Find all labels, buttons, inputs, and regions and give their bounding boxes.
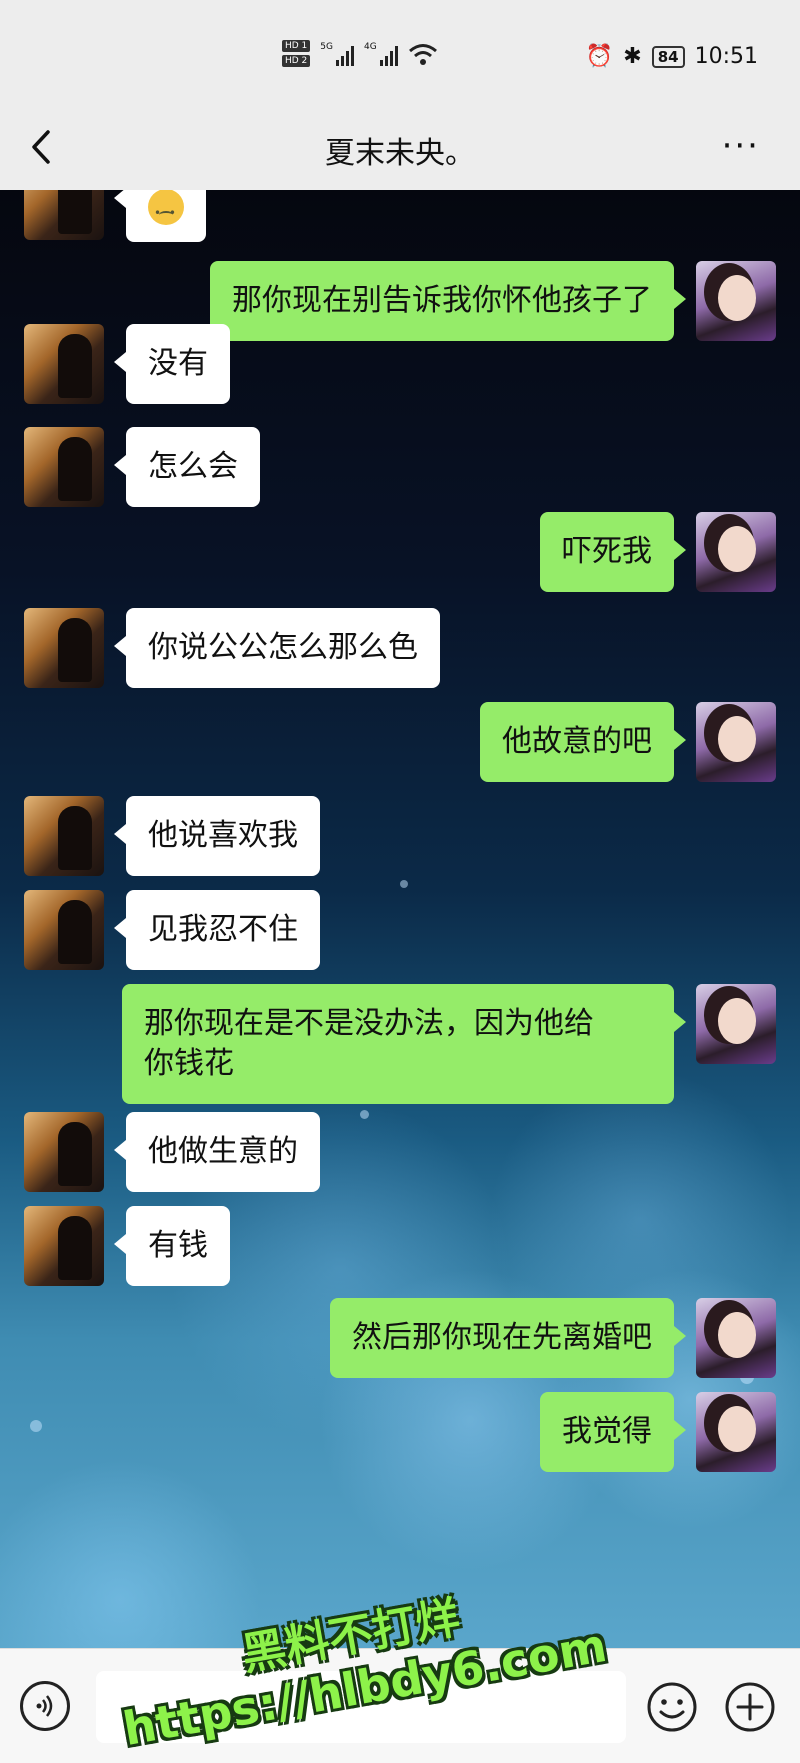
message-bubble[interactable]: 那你现在别告诉我你怀他孩子了	[210, 261, 686, 341]
self-avatar[interactable]	[696, 512, 776, 592]
message-bubble[interactable]: 我觉得	[540, 1392, 686, 1472]
contact-avatar[interactable]	[24, 190, 104, 240]
battery-icon: 84	[651, 45, 685, 68]
message-input[interactable]	[96, 1671, 626, 1743]
plus-icon	[725, 1682, 775, 1732]
self-avatar[interactable]	[696, 1392, 776, 1472]
message-bubble[interactable]	[114, 190, 206, 242]
message-bubble[interactable]: 然后那你现在先离婚吧	[330, 1298, 686, 1378]
system-indicators: ⏰ ✱ 84 10:51	[586, 44, 758, 69]
self-avatar[interactable]	[696, 1298, 776, 1378]
contact-avatar[interactable]	[24, 1206, 104, 1286]
signal-5g-icon: 5G	[320, 42, 354, 66]
message-bubble[interactable]: 吓死我	[540, 512, 686, 592]
contact-avatar[interactable]	[24, 1112, 104, 1192]
smiley-icon	[647, 1682, 697, 1732]
emoji-button[interactable]	[646, 1681, 698, 1733]
more-functions-button[interactable]	[724, 1681, 776, 1733]
chat-header: 夏末未央。 ···	[0, 110, 800, 190]
bokeh-dot	[360, 1110, 369, 1119]
contact-avatar[interactable]	[24, 324, 104, 404]
status-bar: HD 1 HD 2 5G 4G ⏰ ✱ 84 10:51	[0, 0, 800, 110]
message-bubble[interactable]: 他故意的吧	[480, 702, 686, 782]
hd2-badge: HD 2	[282, 55, 311, 67]
chat-area[interactable]: 那你现在别告诉我你怀他孩子了 没有 怎么会 吓死我 你说公公怎么那么色 他故意的…	[0, 190, 800, 1648]
voice-button[interactable]	[20, 1681, 70, 1731]
net2-label: 4G	[364, 41, 377, 52]
message-bubble[interactable]: 见我忍不住	[114, 890, 320, 970]
hd1-badge: HD 1	[282, 40, 311, 52]
self-avatar[interactable]	[696, 984, 776, 1064]
chat-title: 夏末未央。	[325, 136, 475, 171]
clock: 10:51	[694, 44, 758, 69]
bluetooth-icon: ✱	[623, 44, 642, 69]
contact-avatar[interactable]	[24, 427, 104, 507]
smile-emoji-icon	[148, 190, 184, 233]
input-bar	[0, 1648, 800, 1763]
message-bubble[interactable]: 那你现在是不是没办法，因为他给 你钱花	[122, 984, 686, 1104]
more-options-button[interactable]: ···	[722, 126, 760, 166]
message-line: 你钱花	[144, 1046, 234, 1081]
wifi-icon	[408, 43, 437, 65]
message-bubble[interactable]: 有钱	[114, 1206, 230, 1286]
network-indicators: HD 1 HD 2 5G 4G	[282, 40, 438, 67]
contact-avatar[interactable]	[24, 796, 104, 876]
message-bubble[interactable]: 没有	[114, 324, 230, 404]
message-line: 那你现在是不是没办法，因为他给	[144, 1006, 594, 1041]
bokeh-dot	[30, 1420, 42, 1432]
bokeh-dot	[400, 880, 408, 888]
alarm-icon: ⏰	[585, 44, 614, 69]
contact-avatar[interactable]	[24, 890, 104, 970]
message-bubble[interactable]: 怎么会	[114, 427, 260, 507]
hd-badges: HD 1 HD 2	[282, 40, 311, 67]
message-bubble[interactable]: 他做生意的	[114, 1112, 320, 1192]
signal-4g-icon: 4G	[364, 42, 398, 66]
self-avatar[interactable]	[696, 261, 776, 341]
message-bubble[interactable]: 他说喜欢我	[114, 796, 320, 876]
contact-avatar[interactable]	[24, 608, 104, 688]
self-avatar[interactable]	[696, 702, 776, 782]
net1-label: 5G	[320, 41, 333, 52]
voice-icon	[36, 1695, 53, 1717]
message-bubble[interactable]: 你说公公怎么那么色	[114, 608, 440, 688]
